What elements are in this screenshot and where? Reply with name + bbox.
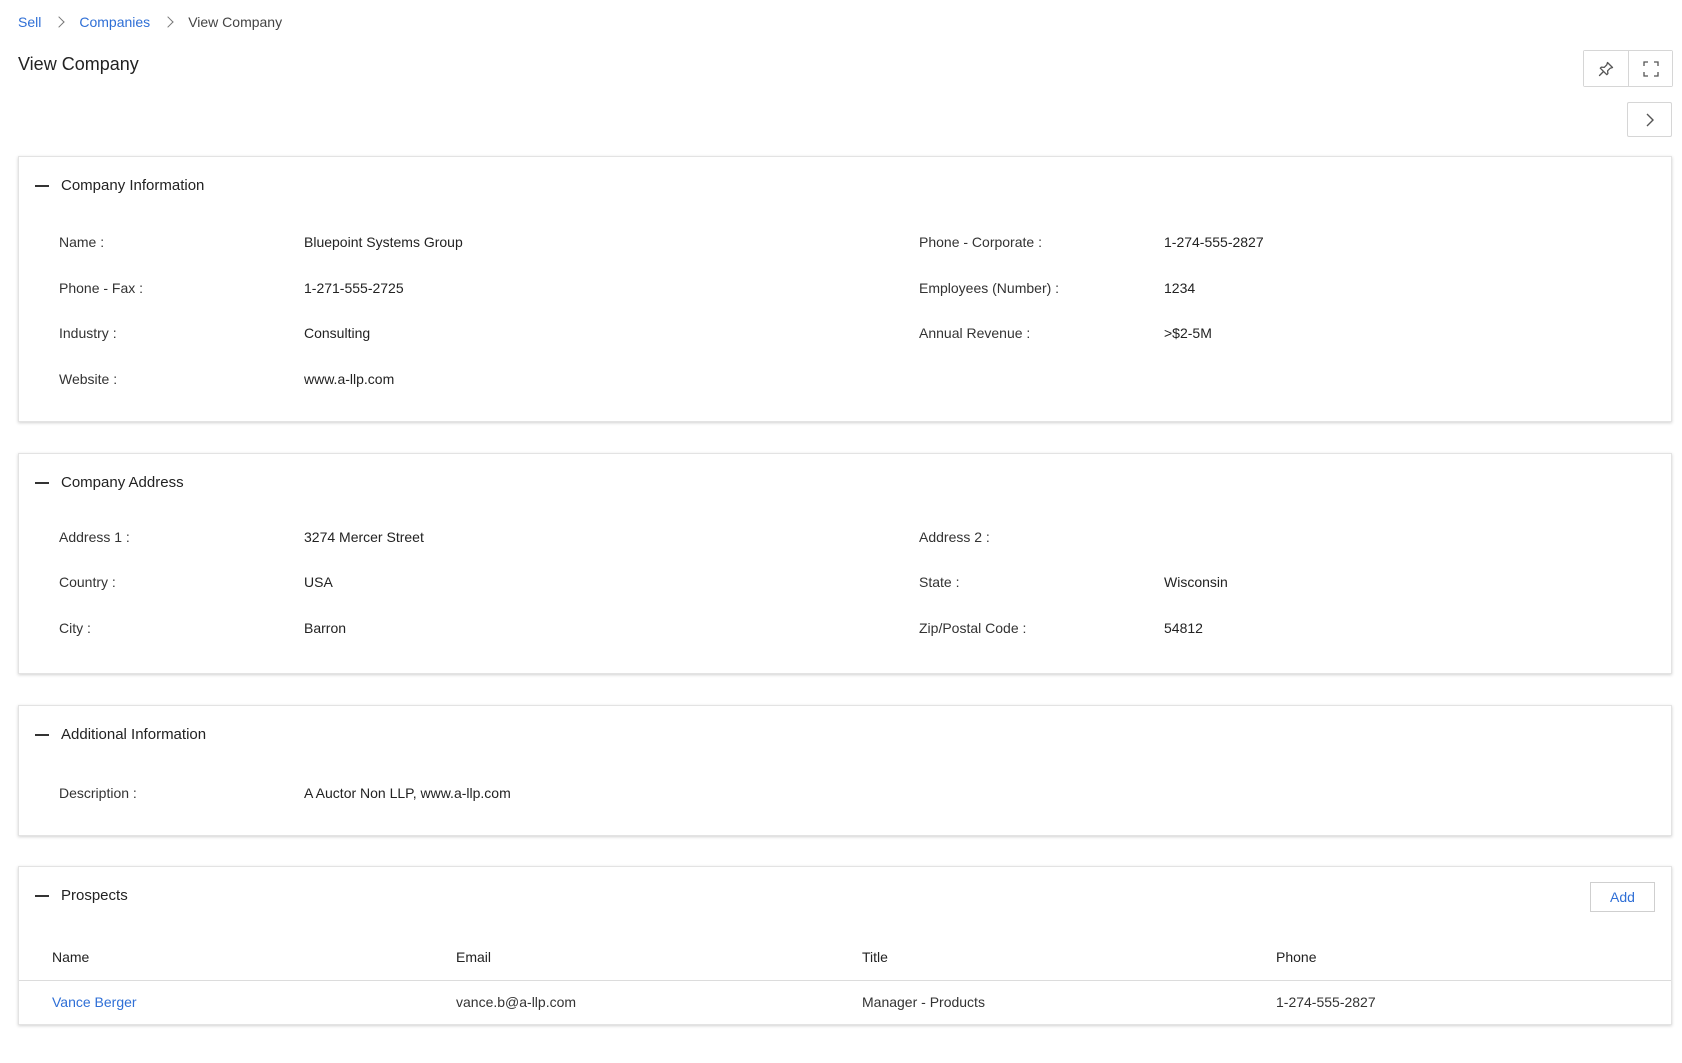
prospect-phone-cell: 1-274-555-2827: [1276, 994, 1376, 1010]
card-title: Additional Information: [61, 726, 207, 743]
prospects-card: Prospects Add Name Email Title Phone Van…: [18, 866, 1672, 1025]
description-value: A Auctor Non LLP, www.a-llp.com: [304, 785, 511, 801]
pin-button[interactable]: [1584, 51, 1628, 86]
employees-label: Employees (Number) :: [919, 280, 1060, 296]
state-label: State :: [919, 574, 960, 590]
column-header-phone[interactable]: Phone: [1276, 949, 1316, 965]
zip-label: Zip/Postal Code :: [919, 620, 1027, 636]
website-label: Website :: [59, 371, 118, 387]
breadcrumb-current: View Company: [188, 14, 283, 30]
pin-icon: [1598, 61, 1614, 76]
column-header-name[interactable]: Name: [52, 949, 89, 965]
description-label: Description :: [59, 785, 137, 801]
annual-revenue-label: Annual Revenue :: [919, 325, 1031, 341]
card-header: Company Address: [19, 454, 1671, 512]
prospect-email-cell: vance.b@a-llp.com: [456, 994, 577, 1010]
chevron-right-icon: [162, 16, 174, 28]
page-toolbar: [1583, 50, 1673, 87]
additional-information-card: Additional Information Description : A A…: [18, 705, 1672, 836]
country-value: USA: [304, 574, 333, 590]
minus-icon[interactable]: [35, 185, 49, 187]
card-title: Company Address: [61, 474, 184, 491]
address1-label: Address 1 :: [59, 529, 130, 545]
phone-corporate-value: 1-274-555-2827: [1164, 234, 1264, 250]
address1-value: 3274 Mercer Street: [304, 529, 424, 545]
add-prospect-button[interactable]: Add: [1590, 882, 1655, 912]
website-value: www.a-llp.com: [304, 371, 395, 387]
prospects-table-header: Name Email Title Phone: [19, 937, 1671, 981]
column-header-email[interactable]: Email: [456, 949, 491, 965]
name-label: Name :: [59, 234, 105, 250]
expand-icon: [1642, 60, 1659, 77]
phone-fax-value: 1-271-555-2725: [304, 280, 404, 296]
city-label: City :: [59, 620, 91, 636]
city-value: Barron: [304, 620, 347, 636]
card-title: Company Information: [61, 177, 205, 194]
state-value: Wisconsin: [1164, 574, 1228, 590]
company-address-card: Company Address Address 1 : 3274 Mercer …: [18, 453, 1672, 674]
annual-revenue-value: >$2-5M: [1164, 325, 1212, 341]
zip-value: 54812: [1164, 620, 1203, 636]
card-header: Company Information: [19, 157, 1671, 215]
breadcrumb-sell[interactable]: Sell: [18, 14, 41, 30]
name-value: Bluepoint Systems Group: [304, 234, 463, 250]
address2-label: Address 2 :: [919, 529, 990, 545]
employees-value: 1234: [1164, 280, 1196, 296]
phone-fax-label: Phone - Fax :: [59, 280, 144, 296]
prospect-name-link[interactable]: Vance Berger: [52, 994, 137, 1010]
page-title: View Company: [18, 54, 139, 74]
breadcrumb-companies[interactable]: Companies: [79, 14, 150, 30]
minus-icon[interactable]: [35, 895, 49, 897]
card-header: Additional Information: [19, 706, 1671, 764]
breadcrumb: Sell Companies View Company: [18, 14, 282, 30]
phone-corporate-label: Phone - Corporate :: [919, 234, 1042, 250]
company-information-card: Company Information Name : Bluepoint Sys…: [18, 156, 1672, 422]
minus-icon[interactable]: [35, 734, 49, 736]
minus-icon[interactable]: [35, 482, 49, 484]
view-company-page: Sell Companies View Company View Company: [0, 0, 1682, 1063]
card-header: Prospects Add: [19, 867, 1671, 925]
prospect-name-cell: Vance Berger: [52, 994, 137, 1010]
table-row[interactable]: Vance Berger vance.b@a-llp.com Manager -…: [19, 981, 1671, 1025]
industry-label: Industry :: [59, 325, 117, 341]
industry-value: Consulting: [304, 325, 371, 341]
next-record-button[interactable]: [1627, 102, 1672, 137]
prospect-title-cell: Manager - Products: [862, 994, 985, 1010]
chevron-right-icon: [1646, 113, 1654, 126]
expand-button[interactable]: [1628, 51, 1672, 86]
chevron-right-icon: [53, 16, 66, 28]
country-label: Country :: [59, 574, 116, 590]
column-header-title[interactable]: Title: [862, 949, 888, 965]
card-title: Prospects: [61, 887, 128, 904]
